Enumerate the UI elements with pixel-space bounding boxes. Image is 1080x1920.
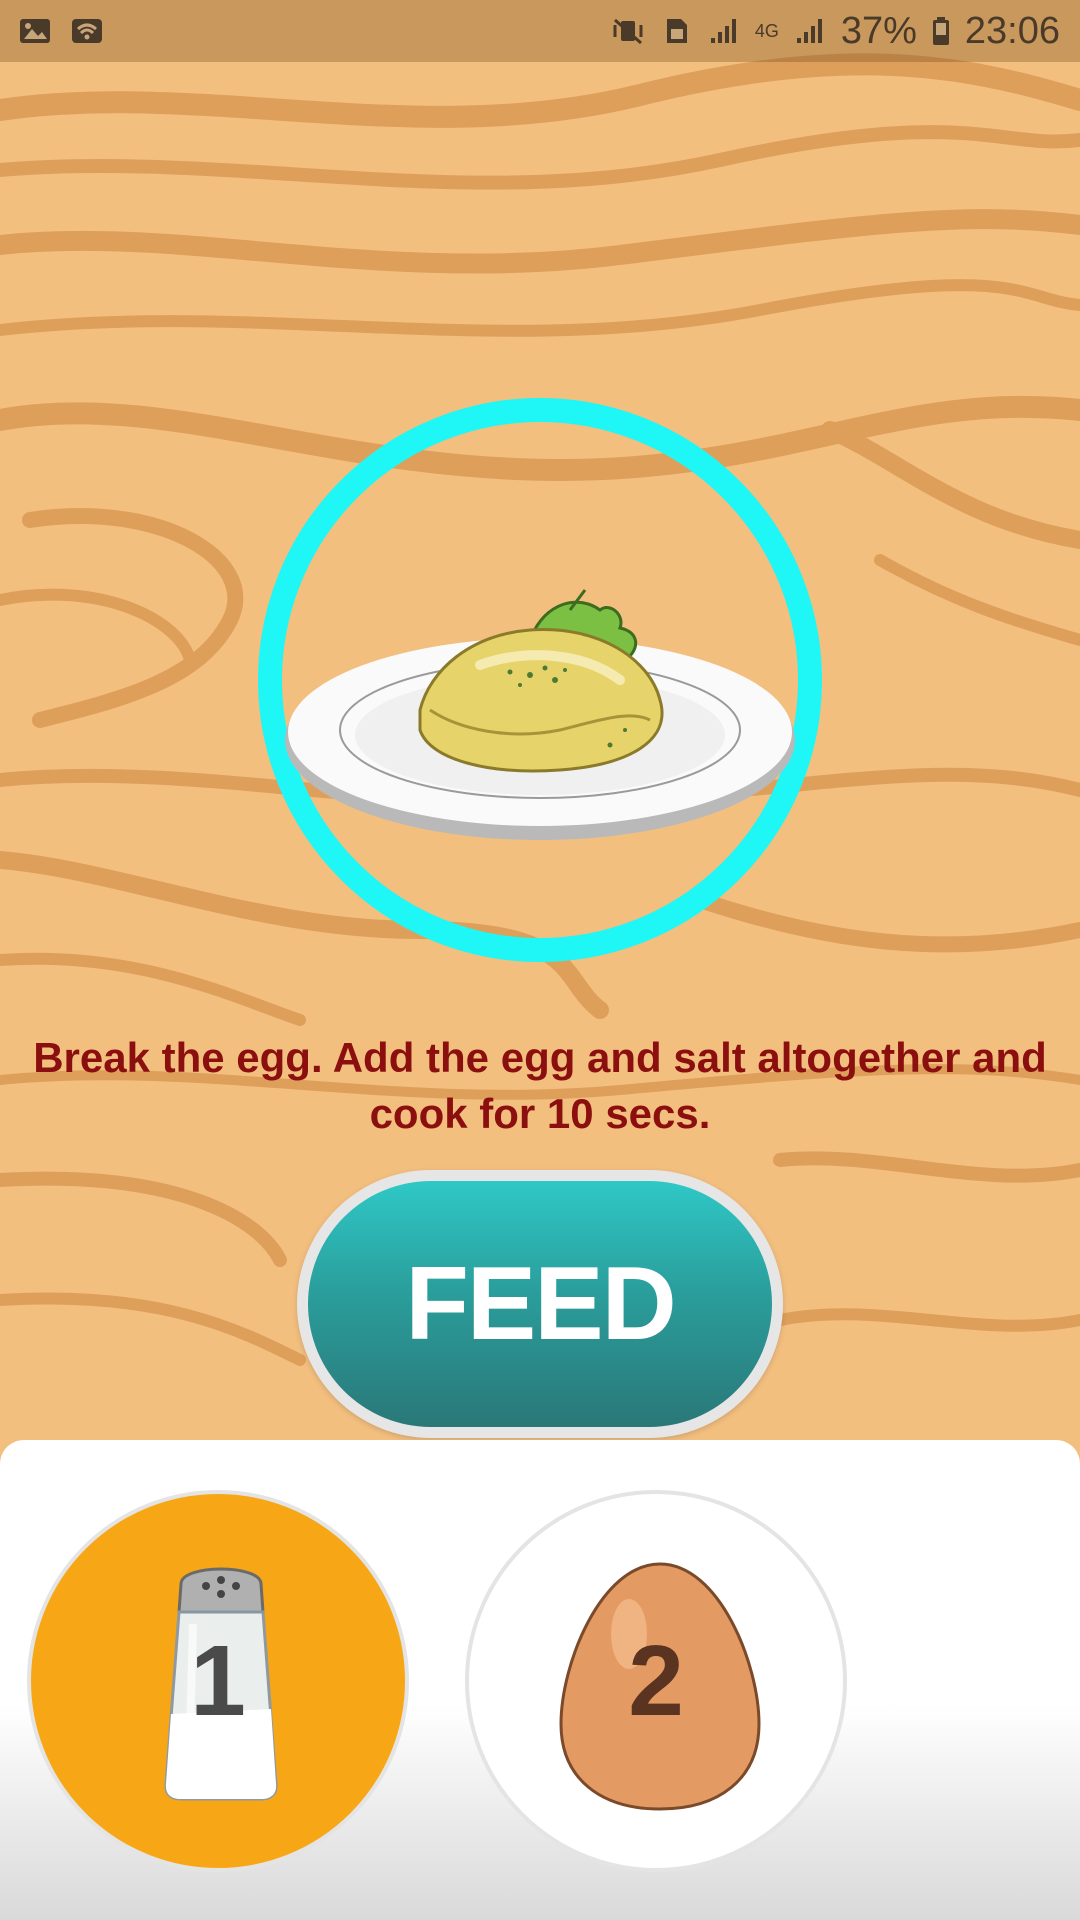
gallery-icon bbox=[20, 19, 50, 43]
signal-icon bbox=[710, 19, 736, 43]
feed-button[interactable]: FEED bbox=[308, 1181, 772, 1427]
ingredient-count-egg: 2 bbox=[628, 1624, 684, 1737]
ingredient-count-salt: 1 bbox=[190, 1624, 246, 1737]
battery-percent: 37% bbox=[840, 9, 917, 52]
sim-icon bbox=[666, 19, 687, 43]
ingredient-slot-salt[interactable]: 1 bbox=[27, 1490, 409, 1872]
clock-time: 23:06 bbox=[964, 9, 1060, 52]
feed-button-frame[interactable]: FEED bbox=[297, 1170, 783, 1438]
signal-4g-icon bbox=[796, 19, 822, 43]
wifi-icon bbox=[72, 19, 102, 43]
ingredient-slot-egg[interactable]: 2 bbox=[465, 1490, 847, 1872]
status-bar: 4G 37% 23:06 bbox=[0, 0, 1080, 62]
battery-icon bbox=[932, 17, 949, 45]
recipe-instruction: Break the egg. Add the egg and salt alto… bbox=[33, 1034, 1047, 1137]
network-type-label: 4G bbox=[754, 21, 779, 41]
mute-vibrate-icon bbox=[613, 18, 643, 45]
omelette-dish-image[interactable] bbox=[280, 580, 800, 850]
